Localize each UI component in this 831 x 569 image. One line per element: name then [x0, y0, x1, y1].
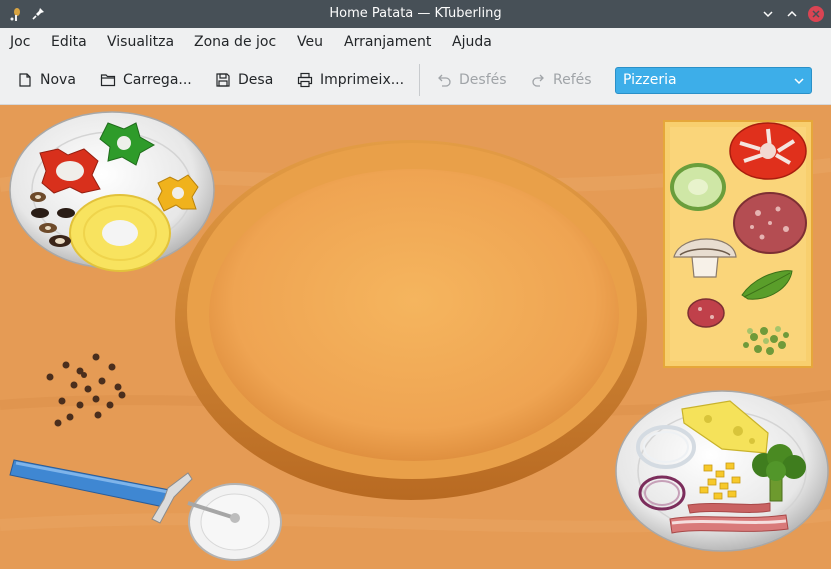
menu-ajuda[interactable]: Ajuda [452, 28, 492, 56]
redo-icon [532, 74, 544, 87]
salami-slice[interactable] [733, 192, 807, 254]
redo-label: Refés [553, 72, 592, 88]
close-icon[interactable] [807, 5, 825, 23]
menu-edita[interactable]: Edita [51, 28, 87, 56]
pizzeria-canvas [0, 105, 831, 569]
playground [0, 105, 831, 569]
undo-icon [438, 74, 451, 87]
window-title: Home Patata — KTuberling [329, 6, 502, 21]
menu-bar: Joc Edita Visualitza Zona de joc Veu Arr… [0, 28, 831, 56]
redo-button[interactable]: Refés [530, 66, 592, 94]
menu-zona-de-joc[interactable]: Zona de joc [194, 28, 276, 56]
playground-select[interactable]: Pizzeria [615, 67, 812, 94]
pineapple-slice[interactable] [69, 194, 171, 272]
save-icon [216, 73, 230, 87]
red-pepper[interactable] [39, 148, 101, 194]
undo-label: Desfés [459, 72, 507, 88]
printer-icon [297, 72, 313, 88]
small-salami[interactable] [687, 298, 725, 328]
menu-arranjament[interactable]: Arranjament [344, 28, 431, 56]
chevron-down-icon [794, 78, 804, 85]
save-button[interactable]: Desa [215, 66, 273, 94]
new-icon [19, 73, 31, 87]
menu-visualitza[interactable]: Visualitza [107, 28, 174, 56]
cucumber-slice[interactable] [670, 163, 726, 211]
tomato-slice[interactable] [729, 122, 807, 180]
pizza-dough [175, 140, 647, 500]
new-button[interactable]: Nova [17, 66, 76, 94]
playground-selected-value: Pizzeria [623, 72, 677, 88]
menu-veu[interactable]: Veu [297, 28, 323, 56]
undo-button[interactable]: Desfés [436, 66, 507, 94]
menu-joc[interactable]: Joc [10, 28, 30, 56]
folder-icon [100, 74, 116, 87]
load-button[interactable]: Carrega... [100, 66, 192, 94]
load-label: Carrega... [123, 72, 192, 88]
title-bar: Home Patata — KTuberling [0, 0, 831, 28]
toolbar: Nova Carrega... Desa Imprimeix... Desfés [0, 56, 831, 105]
save-label: Desa [238, 72, 274, 88]
toolbar-separator [419, 64, 420, 96]
chevron-up-icon[interactable] [783, 5, 801, 23]
print-button[interactable]: Imprimeix... [297, 66, 404, 94]
print-label: Imprimeix... [320, 72, 405, 88]
chevron-down-icon[interactable] [759, 5, 777, 23]
new-label: Nova [40, 72, 76, 88]
